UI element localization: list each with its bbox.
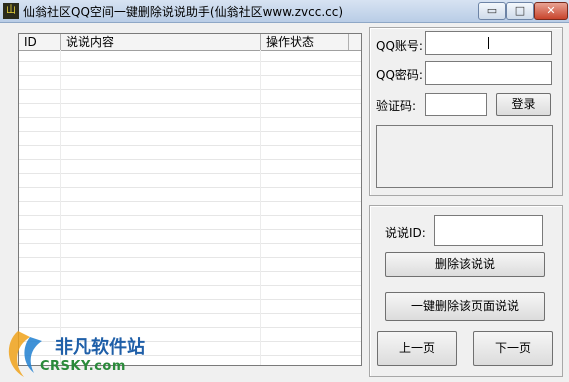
watermark-brand: 非凡软件站	[55, 337, 145, 358]
qq-password-label: QQ密码:	[376, 68, 423, 82]
qq-password-input[interactable]	[425, 61, 552, 85]
title-bar: 山 仙翁社区QQ空间一键删除说说助手(仙翁社区www.zvcc.cc) ▭ □ …	[0, 0, 569, 23]
captcha-input[interactable]	[425, 93, 487, 116]
login-button[interactable]: 登录	[496, 93, 551, 116]
column-header-id[interactable]: ID	[19, 34, 61, 50]
maximize-button[interactable]: □	[506, 2, 534, 20]
shuoshuo-list[interactable]: ID 说说内容 操作状态	[18, 33, 362, 366]
close-button[interactable]: ✕	[534, 2, 568, 20]
column-divider	[60, 50, 61, 365]
prev-page-button[interactable]: 上一页	[377, 331, 457, 366]
column-header-content[interactable]: 说说内容	[61, 34, 261, 50]
text-cursor	[488, 37, 489, 49]
window-title: 仙翁社区QQ空间一键删除说说助手(仙翁社区www.zvcc.cc)	[23, 5, 344, 19]
qq-account-label: QQ账号:	[376, 39, 423, 53]
captcha-label: 验证码:	[376, 99, 417, 113]
delete-page-button[interactable]: 一键删除该页面说说	[385, 292, 545, 321]
shuoshuo-id-label: 说说ID:	[385, 226, 426, 240]
minimize-button[interactable]: ▭	[478, 2, 506, 20]
watermark-domain: CRSKY.com	[40, 359, 126, 374]
list-header: ID 说说内容 操作状态	[19, 34, 361, 51]
next-page-button[interactable]: 下一页	[473, 331, 553, 366]
column-divider	[260, 50, 261, 365]
app-icon: 山	[3, 3, 19, 19]
column-header-status[interactable]: 操作状态	[261, 34, 349, 50]
shuoshuo-id-input[interactable]	[434, 215, 543, 246]
captcha-image[interactable]	[376, 125, 553, 188]
delete-shuoshuo-button[interactable]: 删除该说说	[385, 252, 545, 277]
